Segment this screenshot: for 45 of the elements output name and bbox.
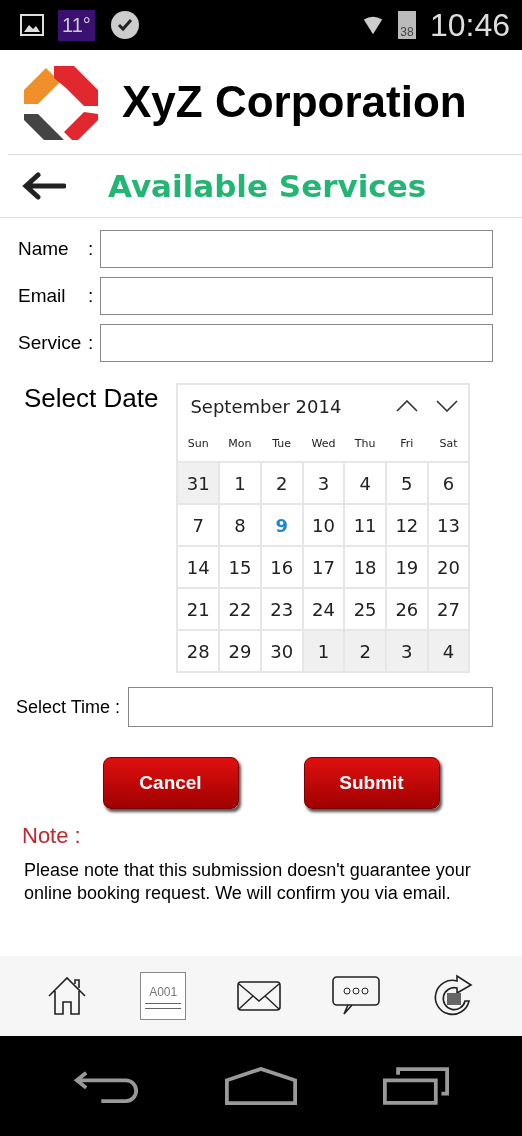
input-field[interactable] bbox=[100, 230, 493, 268]
day-cell[interactable]: 4 bbox=[428, 631, 469, 671]
company-name: XyZ Corporation bbox=[122, 77, 467, 127]
colon: : bbox=[88, 238, 95, 260]
weekday-label: Mon bbox=[227, 436, 253, 452]
weekday-label: Wed bbox=[310, 436, 337, 452]
colon: : bbox=[88, 285, 95, 307]
input-field[interactable] bbox=[100, 324, 493, 362]
clock: 10:46 bbox=[429, 6, 510, 44]
input-field[interactable] bbox=[100, 277, 493, 315]
note-text: Please note that this submission doesn't guarantee your online booking request. We will confirm you via email. bbox=[24, 859, 472, 905]
colon: : bbox=[88, 332, 95, 354]
day-cell[interactable]: 3 bbox=[386, 631, 427, 671]
picture-icon bbox=[20, 14, 44, 36]
recent-apps-icon[interactable] bbox=[383, 1067, 449, 1105]
cancel-button[interactable]: Cancel bbox=[102, 757, 239, 809]
mail-icon[interactable] bbox=[237, 981, 281, 1011]
field-label: Email bbox=[18, 285, 67, 307]
home-button-icon[interactable] bbox=[225, 1067, 297, 1105]
field-label: Service bbox=[18, 332, 83, 354]
check-bubble-icon bbox=[108, 9, 141, 41]
chat-bubble-icon[interactable] bbox=[331, 976, 380, 1016]
ticket-icon[interactable]: A001 bbox=[140, 972, 187, 1020]
wifi-icon bbox=[361, 14, 384, 36]
day-cell[interactable]: 2 bbox=[345, 631, 385, 671]
time-field[interactable] bbox=[128, 687, 493, 727]
date-label: Select Date bbox=[24, 383, 159, 414]
submit-button[interactable]: Submit bbox=[303, 757, 440, 809]
time-label: Select Time : bbox=[16, 696, 121, 718]
weekday-label: Fri bbox=[399, 436, 415, 452]
weekday-label: Thu bbox=[353, 436, 377, 452]
day-cell[interactable]: 31 bbox=[178, 463, 219, 503]
weekday-label: Tue bbox=[271, 436, 293, 452]
page-title: Available Services bbox=[108, 168, 427, 204]
field-label: Name bbox=[18, 238, 70, 260]
day-cell[interactable]: 1 bbox=[303, 631, 344, 671]
month-label: September 2014 bbox=[190, 395, 343, 417]
back-arrow-icon[interactable] bbox=[22, 172, 66, 200]
chevron-up-icon[interactable] bbox=[396, 400, 419, 412]
note-title: Note : bbox=[22, 823, 82, 849]
weather-badge: 11° bbox=[58, 9, 95, 41]
chevron-down-icon[interactable] bbox=[436, 400, 459, 412]
weekday-label: Sun bbox=[186, 436, 210, 452]
battery-icon: 38 bbox=[397, 11, 416, 39]
weekday-label: Sat bbox=[438, 436, 459, 452]
